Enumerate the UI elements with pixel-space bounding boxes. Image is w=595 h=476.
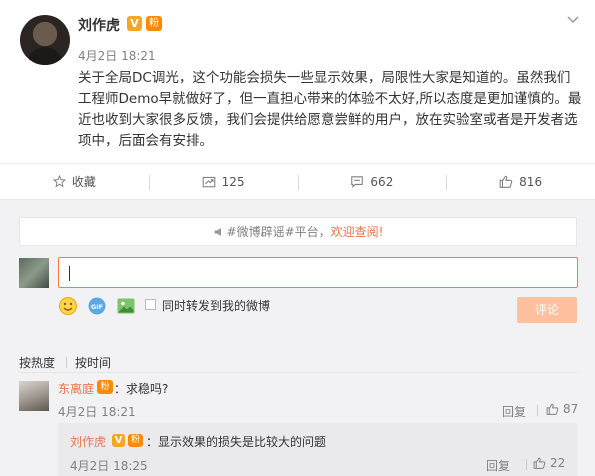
repost-checkbox-label[interactable]: 同时转发到我的微博 [162,297,270,314]
rumor-notice-text: #微博辟谣#平台， [226,225,331,239]
reply-like-button[interactable]: 22 [533,456,565,470]
reply-button[interactable]: 回复 [486,457,510,474]
chevron-down-icon[interactable] [567,12,579,28]
megaphone-icon [214,228,221,236]
divider [19,372,577,373]
action-divider [526,459,527,470]
like-count: 816 [519,174,543,189]
commenter-name[interactable]: 东离庭 [58,380,94,397]
post-time[interactable]: 4月2日 18:21 [78,47,156,64]
comment-button[interactable]: 662 [297,164,447,199]
thumbs-up-icon [533,457,546,469]
author-avatar[interactable] [20,15,70,65]
repost-button[interactable]: 125 [148,164,298,199]
reply-button[interactable]: 回复 [502,403,526,420]
sort-by-hot[interactable]: 按热度 [19,354,55,371]
repost-checkbox[interactable] [145,299,156,310]
svg-text:GIF: GIF [91,303,103,311]
thumbs-up-icon [546,403,559,415]
reply-time: 4月2日 18:25 [70,459,148,473]
repost-count: 125 [221,174,245,189]
text-caret [69,266,70,281]
submit-comment-button[interactable]: 评论 [517,297,577,323]
verified-badge: V [112,434,125,447]
reply-like-count: 22 [550,456,566,470]
author-name[interactable]: 刘作虎 [78,15,120,35]
comment-text: ：求稳吗? [114,382,169,396]
repost-icon [202,176,216,188]
reply-author-name[interactable]: 刘作虎 [70,433,106,450]
post-action-bar: 收藏 125 662 816 [0,163,595,200]
comment-input[interactable] [58,257,578,288]
commenter-avatar[interactable] [19,381,49,411]
star-icon [52,175,66,188]
sort-by-time[interactable]: 按时间 [75,354,111,371]
image-icon[interactable] [116,296,136,316]
favorite-button[interactable]: 收藏 [0,164,149,199]
fan-badge: 粉 [146,16,162,31]
gif-icon[interactable]: GIF [87,296,107,316]
reply-thread: 刘作虎 V 粉 ：显示效果的损失是比较大的问题 4月2日 18:25 回复 22 [58,423,577,476]
comment-icon [351,176,364,188]
comment-like-count: 87 [563,402,579,416]
comment-time: 4月2日 18:21 [58,405,136,419]
weibo-post: 刘作虎 V 粉 4月2日 18:21 关于全局DC调光，这个功能会损失一些显示效… [0,0,595,163]
emoji-icon[interactable] [58,296,78,316]
post-content: 关于全局DC调光，这个功能会损失一些显示效果，局限性大家是知道的。虽然我们工程师… [78,70,582,149]
action-divider [537,405,538,416]
comment-count: 662 [370,174,394,189]
fan-badge: 粉 [97,380,113,394]
current-user-avatar [19,258,49,288]
fan-badge: 粉 [128,434,143,447]
like-button[interactable]: 816 [446,164,595,199]
rumor-notice-link[interactable]: 欢迎查阅! [331,225,384,239]
verified-badge: V [127,16,142,31]
comment-section: #微博辟谣#平台，欢迎查阅! GIF 同时转发到我的微博 评论 按热度 按时间 … [0,200,595,476]
rumor-notice: #微博辟谣#平台，欢迎查阅! [19,217,577,246]
reply-text: ：显示效果的损失是比较大的问题 [146,435,327,449]
thumbs-up-icon [499,175,513,188]
comment-like-button[interactable]: 87 [546,402,578,416]
favorite-label: 收藏 [71,175,96,189]
sort-divider [66,357,67,368]
